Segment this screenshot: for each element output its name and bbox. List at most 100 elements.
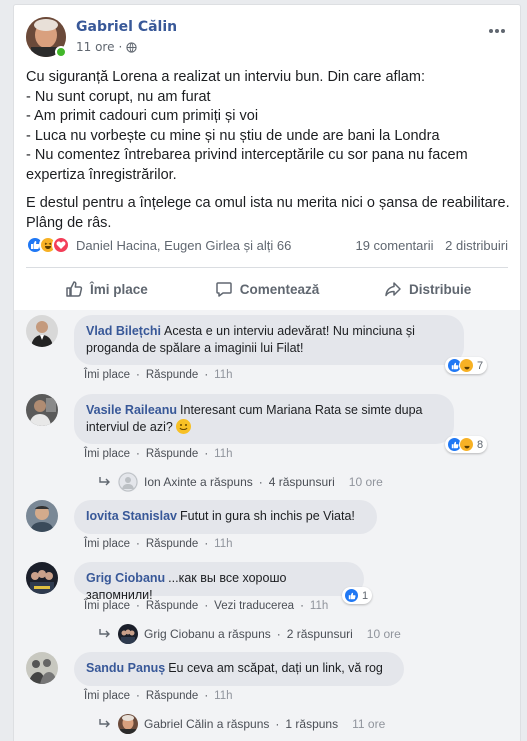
comment-text: interviul de azi? [86, 420, 173, 434]
post-line: - Nu sunt corupt, nu am furat [26, 88, 211, 105]
comment-reactions[interactable]: 8 [445, 436, 488, 453]
post-card: Gabriel Călin 11 ore · Cu siguranță Lore… [13, 4, 521, 741]
replier-avatar [118, 714, 138, 734]
comment-bubble: Iovita Stanislav Futut in gura sh inchis … [74, 500, 377, 534]
comment-text: Acesta e un interviu adevărat! Nu minciu… [164, 324, 415, 338]
commenter-name[interactable]: Vlad Bilețchi [86, 324, 161, 338]
reply-arrow-icon [99, 629, 110, 638]
online-status-indicator [55, 46, 67, 58]
post-actions: Îmi place Comentează Distribuie [26, 269, 508, 309]
replies-count: 2 răspunsuri [286, 627, 353, 641]
post-line: expertiza înregistrărilor. [26, 166, 177, 183]
comment-reply-link[interactable]: Răspunde [146, 369, 198, 381]
comment-like-link[interactable]: Îmi place [84, 369, 130, 381]
comment-actions: Îmi place · Răspunde · Vezi traducerea · 11… [84, 600, 329, 612]
comment-bubble: Vasile Raileanu Interesant cum Mariana Ra… [74, 394, 454, 444]
comment-time[interactable]: 11h [214, 690, 232, 702]
smiley-emoji-icon [176, 419, 192, 434]
comment-like-link[interactable]: Îmi place [84, 600, 130, 612]
post-line: - Nu comentez întrebarea privind interce… [26, 147, 468, 163]
thumbs-up-icon [66, 281, 83, 297]
comment-time[interactable]: 11h [214, 448, 232, 460]
comment-actions: Îmi place · Răspunde · 11h [84, 448, 233, 460]
engagement-counts: 19 comentarii 2 distribuiri [355, 238, 508, 253]
comment-reactions[interactable]: 1 [342, 587, 373, 604]
post-line: E destul pentru a înțelege ca omul ista … [26, 195, 510, 211]
post-timestamp[interactable]: 11 ore [76, 40, 114, 54]
replier-avatar [118, 624, 138, 644]
comment-time[interactable]: 11h [214, 538, 232, 550]
comment-actions: Îmi place · Răspunde · 11h [84, 538, 233, 550]
comment-time[interactable]: 11h [310, 600, 328, 612]
reply-arrow-icon [99, 477, 110, 486]
replies-time: 11 ore [352, 717, 386, 731]
comment-like-link[interactable]: Îmi place [84, 448, 130, 460]
comment-bubble: Grig Ciobanu ...как вы все хорошо запомни… [74, 562, 364, 602]
replies-author: Grig Ciobanu a răspuns [144, 627, 271, 641]
post-header: Gabriel Călin 11 ore · [26, 17, 508, 59]
replies-link[interactable]: Gabriel Călin a răspuns · 1 răspuns 11 or… [98, 714, 385, 734]
post-line: Plâng de râs. [26, 214, 112, 231]
comment-reactions[interactable]: 7 [445, 357, 488, 374]
share-arrow-icon [385, 282, 401, 297]
like-button[interactable]: Îmi place [26, 280, 187, 298]
comment-text: proganda de spălare a imaginii lui Filat… [86, 341, 304, 355]
commenter-avatar[interactable] [26, 562, 58, 594]
commenter-name[interactable]: Grig Ciobanu [86, 571, 165, 585]
comment-text: Interesant cum Mariana Rata se simte dup… [180, 403, 423, 417]
comment-bubble: Sandu Panuș Eu ceva am scăpat, dați un li… [74, 652, 404, 686]
post-body: Cu siguranță Lorena a realizat un interv… [26, 68, 510, 233]
reaction-icons[interactable] [26, 236, 70, 254]
replies-count: 4 răspunsuri [268, 475, 335, 489]
post-line: - Am primit cadouri cum primiți și voi [26, 108, 259, 124]
commenter-name[interactable]: Vasile Raileanu [86, 403, 177, 417]
comment-button[interactable]: Comentează [187, 280, 348, 298]
haha-reaction-icon [459, 437, 474, 452]
comment-time[interactable]: 11h [214, 369, 232, 381]
commenter-avatar[interactable] [26, 315, 58, 347]
replies-time: 10 ore [348, 475, 383, 489]
replies-time: 10 ore [366, 627, 401, 641]
like-button-label: Îmi place [89, 281, 148, 297]
commenter-avatar[interactable] [26, 500, 58, 532]
post-author-name[interactable]: Gabriel Călin [76, 19, 177, 35]
commenter-avatar[interactable] [26, 652, 58, 684]
reaction-names[interactable]: Daniel Hacina, Eugen Girlea și alți 66 [76, 238, 291, 253]
share-button-label: Distribuie [409, 281, 472, 297]
comment-count[interactable]: 19 comentarii [355, 238, 433, 253]
replies-author: Ion Axinte a răspuns [144, 475, 253, 489]
comment-reply-link[interactable]: Răspunde [146, 448, 198, 460]
globe-icon[interactable] [126, 41, 137, 53]
comment-actions: Îmi place · Răspunde · 11h [84, 690, 233, 702]
replies-count: 1 răspuns [285, 717, 339, 731]
post-line: Cu siguranță Lorena a realizat un interv… [26, 69, 425, 85]
replies-author: Gabriel Călin a răspuns [144, 717, 270, 731]
more-dots-icon[interactable] [488, 19, 506, 38]
translate-link[interactable]: Vezi traducerea [214, 600, 294, 612]
like-reaction-icon [344, 588, 359, 603]
replies-link[interactable]: Grig Ciobanu a răspuns · 2 răspunsuri 10 … [98, 624, 401, 644]
comment-reply-link[interactable]: Răspunde [146, 600, 198, 612]
comment-like-link[interactable]: Îmi place [84, 690, 130, 702]
love-reaction-icon [52, 236, 70, 254]
comment-text: Futut in gura sh inchis pe Viata! [180, 509, 355, 523]
share-count[interactable]: 2 distribuiri [445, 238, 508, 253]
comment-like-link[interactable]: Îmi place [84, 538, 130, 550]
comment-bubble: Vlad Bilețchi Acesta e un interviu adevăr… [74, 315, 464, 365]
replies-link[interactable]: Ion Axinte a răspuns · 4 răspunsuri 10 or… [98, 472, 383, 492]
divider [26, 267, 508, 268]
commenter-name[interactable]: Iovita Stanislav [86, 509, 177, 523]
reactions-summary: Daniel Hacina, Eugen Girlea și alți 66 1… [26, 234, 508, 256]
haha-reaction-icon [459, 358, 474, 373]
comment-actions: Îmi place · Răspunde · 11h [84, 369, 233, 381]
comment-reaction-count: 8 [477, 438, 484, 451]
comment-icon [215, 282, 232, 297]
comment-reply-link[interactable]: Răspunde [146, 538, 198, 550]
post-line: - Luca nu vorbește cu mine și nu știu de… [26, 127, 440, 144]
share-button[interactable]: Distribuie [347, 280, 508, 298]
comment-reply-link[interactable]: Răspunde [146, 690, 198, 702]
commenter-name[interactable]: Sandu Panuș [86, 661, 165, 675]
comment-reaction-count: 1 [362, 589, 369, 602]
post-meta: 11 ore · [76, 40, 137, 54]
commenter-avatar[interactable] [26, 394, 58, 426]
